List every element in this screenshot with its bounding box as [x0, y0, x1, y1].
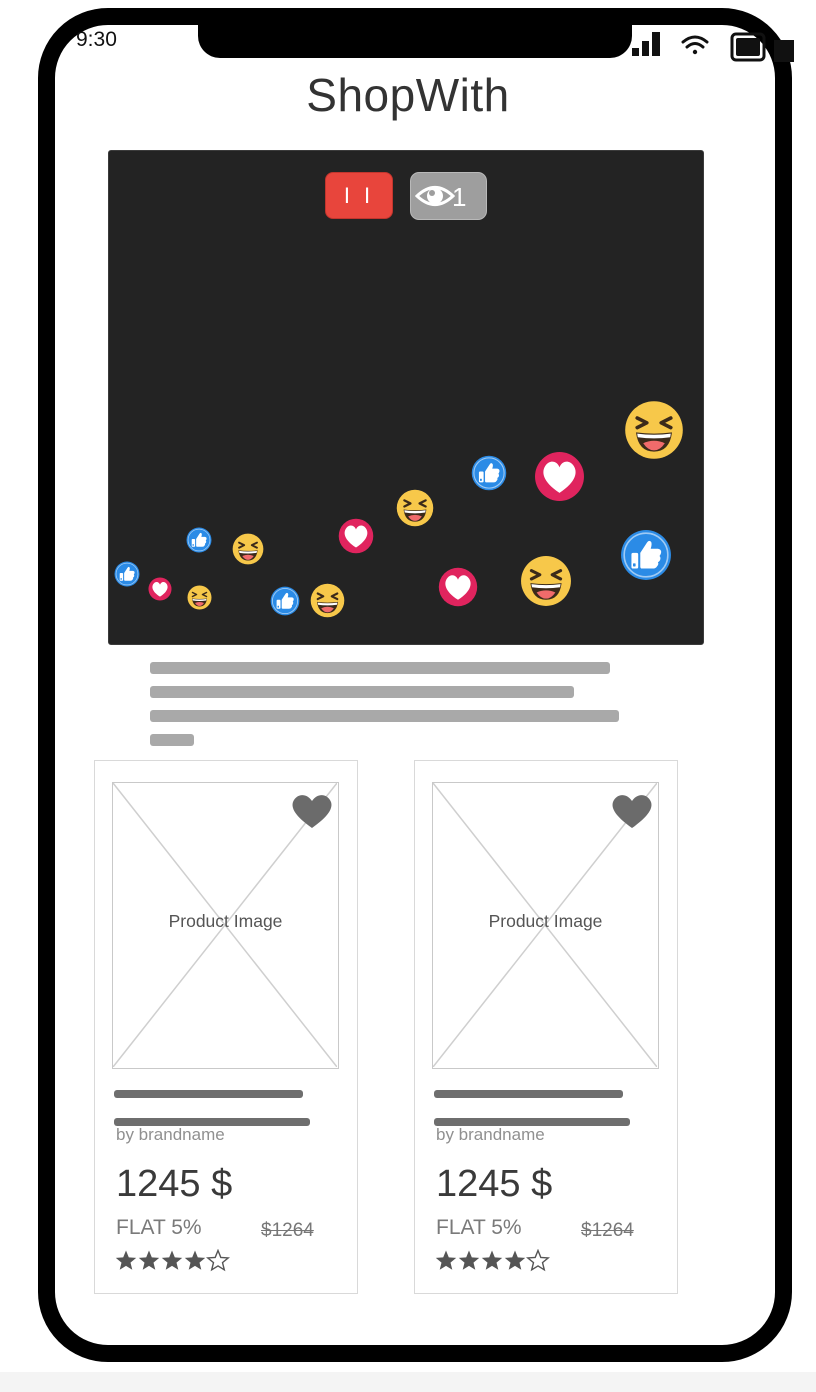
battery-icon: [730, 32, 794, 62]
product-title-placeholder: [434, 1090, 623, 1098]
product-brand: by brandname: [116, 1125, 225, 1144]
product-price: 1245 $: [436, 1163, 553, 1205]
product-title-placeholder: [114, 1090, 303, 1098]
wishlist-heart-icon[interactable]: [611, 792, 653, 830]
like-icon: [471, 455, 507, 491]
product-image[interactable]: Product Image: [112, 782, 339, 1069]
product-image[interactable]: Product Image: [432, 782, 659, 1069]
star-full-icon: [138, 1250, 160, 1270]
phone-notch: [198, 8, 632, 58]
product-brand: by brandname: [436, 1125, 545, 1144]
product-old-price: $1264: [261, 1220, 314, 1241]
status-time: 9:30: [76, 28, 117, 51]
like-icon: [186, 527, 212, 553]
heart-icon: [338, 518, 374, 554]
product-discount: FLAT 5%: [436, 1216, 522, 1239]
product-old-price: $1264: [581, 1220, 634, 1241]
laugh-icon: [624, 400, 684, 460]
like-icon: [620, 529, 672, 581]
rating-stars: [115, 1249, 229, 1271]
star-full-icon: [161, 1250, 183, 1270]
wifi-icon: [681, 35, 709, 55]
star-full-icon: [458, 1250, 480, 1270]
star-full-icon: [435, 1250, 457, 1270]
description-placeholder-line: [150, 734, 194, 746]
description-placeholder-line: [150, 662, 610, 674]
like-icon: [270, 586, 300, 616]
star-full-icon: [184, 1250, 206, 1270]
eye-icon: [415, 186, 455, 206]
product-price: 1245 $: [116, 1163, 233, 1205]
laugh-icon: [396, 489, 434, 527]
star-full-icon: [115, 1250, 137, 1270]
app-title: ShopWith: [306, 69, 510, 121]
heart-icon: [438, 567, 478, 607]
wishlist-heart-icon[interactable]: [291, 792, 333, 830]
pause-button[interactable]: I I: [325, 172, 393, 219]
like-icon: [114, 561, 140, 587]
laugh-icon: [232, 533, 264, 565]
page-background-strip: [0, 1372, 816, 1392]
product-image-label: Product Image: [488, 911, 603, 931]
status-icons: [628, 28, 798, 64]
star-empty-icon: [207, 1249, 229, 1271]
product-discount: FLAT 5%: [116, 1216, 202, 1239]
product-image-label: Product Image: [168, 911, 283, 931]
product-card[interactable]: Product Image by brandname 1245 $ FLAT 5…: [94, 760, 358, 1294]
star-full-icon: [481, 1250, 503, 1270]
laugh-icon: [187, 585, 212, 610]
star-full-icon: [504, 1250, 526, 1270]
viewers-counter[interactable]: 1: [410, 172, 487, 220]
signal-icon: [632, 32, 660, 56]
description-placeholder-line: [150, 710, 619, 722]
star-empty-icon: [527, 1249, 549, 1271]
laugh-icon: [310, 583, 345, 618]
heart-icon: [148, 577, 172, 601]
product-card[interactable]: Product Image by brandname 1245 $ FLAT 5…: [414, 760, 678, 1294]
live-video-player[interactable]: I I 1: [108, 150, 704, 645]
viewers-count: 1: [452, 182, 467, 212]
laugh-icon: [520, 555, 572, 607]
description-placeholder-line: [150, 686, 574, 698]
rating-stars: [435, 1249, 549, 1271]
heart-icon: [535, 452, 584, 501]
